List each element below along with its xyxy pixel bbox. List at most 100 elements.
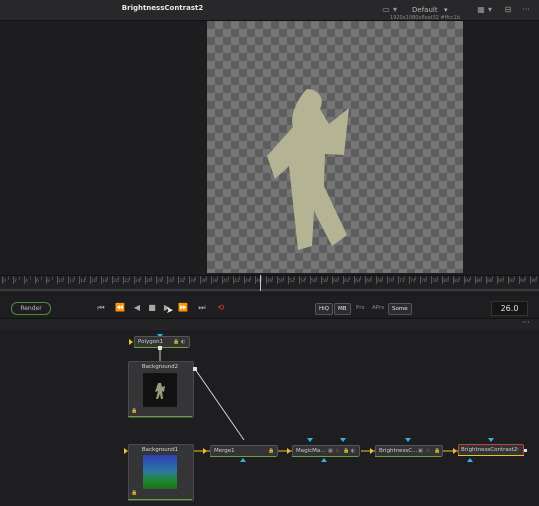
magicmask-input-port[interactable]: [340, 438, 346, 442]
hiq-button[interactable]: HiQ: [315, 303, 333, 315]
ruler-tick-label: 12: [69, 279, 75, 284]
step-back-icon[interactable]: ⏪: [113, 301, 127, 314]
loop-icon[interactable]: ⟲: [214, 301, 228, 314]
node-label: BrightnessC...: [379, 448, 418, 454]
ruler-tick-label: 32: [179, 279, 185, 284]
viewer-options-icon[interactable]: ▭: [381, 4, 391, 15]
ruler-tick-label: 96: [531, 279, 537, 284]
lock-icon: 🔒: [343, 448, 350, 454]
node-status-line: [292, 456, 358, 457]
aprx-button[interactable]: APrx: [369, 303, 387, 313]
polygon1-side-port[interactable]: [129, 339, 133, 345]
lock-icon[interactable]: 🔒: [131, 408, 137, 414]
split-view-icon[interactable]: ⊟: [503, 4, 513, 15]
ruler-tick-label: 50: [278, 279, 284, 284]
prx-button[interactable]: Prx: [353, 303, 368, 313]
ruler-ticks: 0 2 4 6 8 10 12 14 16 18 20 22 24 26 28 30 32 34 36 38 40 42 4…: [0, 276, 539, 290]
background1-thumbnail: [143, 455, 177, 489]
chevron-down-icon[interactable]: ▾: [487, 4, 493, 15]
node-status-line: [128, 499, 192, 500]
ruler-tick-label: 10: [58, 279, 64, 284]
background1-input-port[interactable]: [124, 448, 128, 454]
ruler-tick-label: 22: [124, 279, 130, 284]
ruler-tick-label: 84: [465, 279, 471, 284]
brightness2-input-port[interactable]: [453, 448, 457, 454]
ruler-tick-label: 24: [135, 279, 141, 284]
ruler-tick-label: 18: [102, 279, 108, 284]
ruler-tick-label: 64: [355, 279, 361, 284]
view-toggle-icon[interactable]: ◐: [351, 446, 355, 456]
ruler-tick-label: 90: [498, 279, 504, 284]
ruler-tick-label: 54: [300, 279, 306, 284]
brightness2-mask-port[interactable]: [467, 458, 473, 462]
lock-icon: 🔒: [268, 448, 275, 454]
node-status-line: [128, 416, 192, 417]
background2-thumbnail: [143, 373, 177, 407]
ruler-tick-label: 82: [454, 279, 460, 284]
ruler-tick-label: 92: [509, 279, 515, 284]
ruler-tick-label: 16: [91, 279, 97, 284]
go-to-end-icon[interactable]: ⏭: [195, 301, 209, 314]
grid-icon[interactable]: ▦: [476, 4, 486, 15]
star-icon[interactable]: ☆: [426, 446, 430, 456]
ruler-tick-minor: [7, 276, 9, 280]
node-status-line: [210, 456, 276, 457]
node-label: BrightnessContrast2: [461, 447, 518, 453]
ruler-tick-label: 14: [80, 279, 86, 284]
go-to-start-icon[interactable]: ⏮: [94, 301, 108, 314]
render-button[interactable]: Render: [11, 302, 51, 315]
ruler-tick-label: 68: [377, 279, 383, 284]
ruler-tick-label: 74: [410, 279, 416, 284]
ruler-tick-label: 58: [322, 279, 328, 284]
ruler-tick-label: 60: [333, 279, 339, 284]
brightness1-input-port[interactable]: [405, 438, 411, 442]
merge1-mask-port[interactable]: [240, 458, 246, 462]
ruler-tick-label: 26: [146, 279, 152, 284]
ruler-tick-label: 66: [366, 279, 372, 284]
ruler-tick-minor: [18, 276, 20, 280]
brightness1-input-port[interactable]: [370, 448, 374, 454]
merge1-input-port[interactable]: [203, 448, 207, 454]
magicmask-input-port[interactable]: [287, 448, 291, 454]
ruler-tick-label: 38: [212, 279, 218, 284]
node-label: Merge1: [214, 448, 235, 454]
more-icon[interactable]: ···: [522, 318, 530, 327]
stop-icon[interactable]: ■: [145, 301, 159, 314]
view-toggle-icon[interactable]: ◐: [181, 337, 185, 347]
ruler-tick-label: 34: [190, 279, 196, 284]
node-label: MagicMa...: [296, 448, 326, 454]
step-forward-icon[interactable]: ⏩: [176, 301, 190, 314]
mb-button[interactable]: MB: [334, 303, 351, 315]
lock-icon[interactable]: 🔒: [131, 490, 137, 496]
node-status-line: [375, 456, 441, 457]
ruler-tick-label: 86: [476, 279, 482, 284]
ruler-tick-label: 2: [14, 279, 17, 284]
star-icon[interactable]: ☆: [515, 445, 519, 455]
more-icon[interactable]: ···: [520, 4, 532, 15]
play-reverse-icon[interactable]: ◀: [130, 301, 144, 314]
polygon1-output-port[interactable]: [158, 346, 162, 350]
ruler-tick-label: 28: [157, 279, 163, 284]
ruler-tick-label: 78: [432, 279, 438, 284]
playhead[interactable]: [260, 275, 261, 291]
ruler-tick-label: 80: [443, 279, 449, 284]
ruler-tick-label: 56: [311, 279, 317, 284]
magicmask-mask-port[interactable]: [321, 458, 327, 462]
node-editor-toolbar: [0, 318, 539, 330]
background2-output-port[interactable]: [193, 367, 197, 371]
ruler-tick-minor: [40, 276, 42, 280]
ruler-tick-label: 94: [520, 279, 526, 284]
ruler-tick-label: 0: [3, 279, 6, 284]
ruler-tick-label: 8: [47, 279, 50, 284]
ruler-tick-label: 36: [201, 279, 207, 284]
brightness2-output-port[interactable]: [524, 449, 527, 452]
magicmask-input-port[interactable]: [307, 438, 313, 442]
brightness2-input-port[interactable]: [488, 438, 494, 442]
node-connections: [159, 347, 458, 452]
ruler-tick-label: 52: [289, 279, 295, 284]
star-icon[interactable]: ☆: [335, 446, 339, 456]
some-button[interactable]: Some: [388, 303, 412, 315]
ruler-tick-label: 72: [399, 279, 405, 284]
node-label: Background2: [141, 364, 179, 370]
current-frame-field[interactable]: 26.0: [491, 301, 528, 316]
